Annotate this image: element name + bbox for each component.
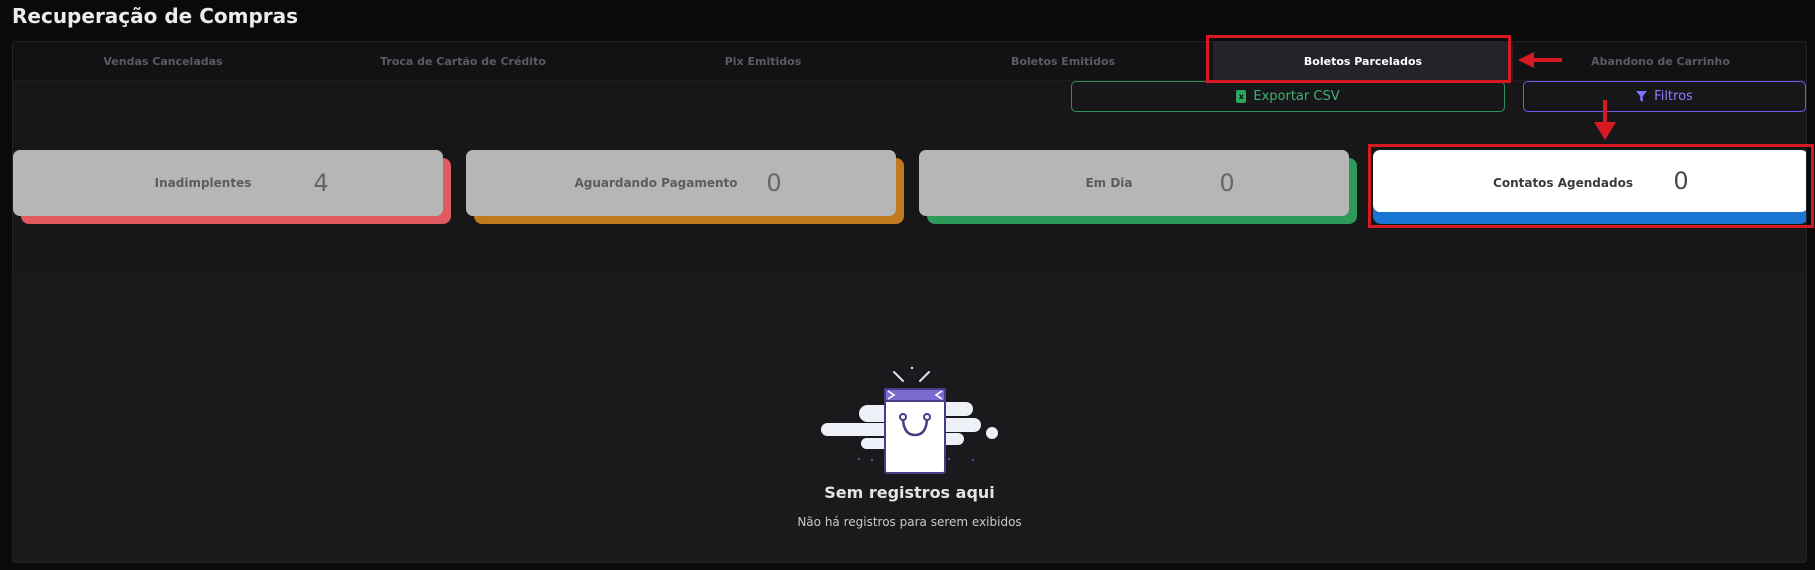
empty-state-subtitle: Não há registros para serem exibidos bbox=[797, 515, 1022, 529]
empty-state-title: Sem registros aqui bbox=[824, 483, 995, 502]
tab-vendas-canceladas[interactable]: Vendas Canceladas bbox=[13, 42, 313, 81]
export-csv-button[interactable]: x Exportar CSV bbox=[1071, 81, 1505, 112]
stat-value: 0 bbox=[766, 169, 782, 197]
page-title: Recuperação de Compras bbox=[12, 4, 299, 28]
highlight-box-stat-card bbox=[1368, 144, 1814, 228]
highlight-box-tab bbox=[1206, 35, 1511, 83]
tab-troca-cartao[interactable]: Troca de Cartão de Crédito bbox=[313, 42, 613, 81]
filters-label: Filtros bbox=[1654, 89, 1693, 104]
stat-card-inadimplentes[interactable]: Inadimplentes 4 bbox=[13, 150, 451, 224]
stat-value: 4 bbox=[313, 169, 329, 197]
recovery-panel: Vendas Canceladas Troca de Cartão de Cré… bbox=[12, 41, 1807, 563]
funnel-icon bbox=[1636, 91, 1648, 102]
filters-button[interactable]: Filtros bbox=[1523, 81, 1806, 112]
records-content-area: Sem registros aqui Não há registros para… bbox=[13, 272, 1806, 562]
export-csv-label: Exportar CSV bbox=[1253, 89, 1340, 104]
stat-card-em-dia[interactable]: Em Dia 0 bbox=[919, 150, 1357, 224]
tab-boletos-emitidos[interactable]: Boletos Emitidos bbox=[913, 42, 1213, 81]
stat-card-aguardando-pagamento[interactable]: Aguardando Pagamento 0 bbox=[466, 150, 904, 224]
stat-card-face: Em Dia 0 bbox=[919, 150, 1349, 216]
csv-file-icon: x bbox=[1236, 90, 1247, 103]
stat-card-face: Inadimplentes 4 bbox=[13, 150, 443, 216]
arrow-left-icon bbox=[1518, 52, 1562, 68]
arrow-down-icon bbox=[1594, 100, 1616, 140]
stat-card-face: Aguardando Pagamento 0 bbox=[466, 150, 896, 216]
stat-value: 0 bbox=[1219, 169, 1235, 197]
tab-pix-emitidos[interactable]: Pix Emitidos bbox=[613, 42, 913, 81]
shopping-bag-icon bbox=[821, 366, 998, 474]
